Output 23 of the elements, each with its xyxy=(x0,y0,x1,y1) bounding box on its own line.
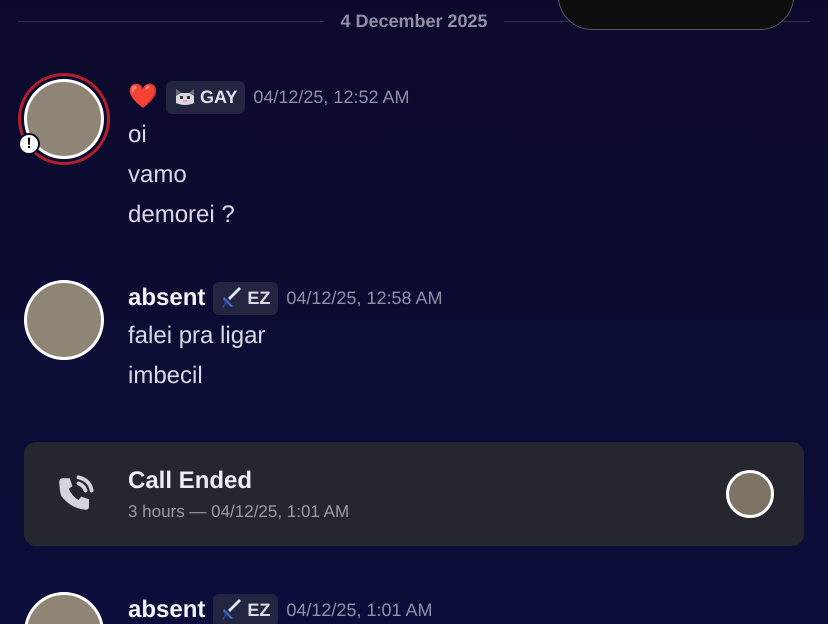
sword-icon xyxy=(221,287,244,309)
message-text: oi xyxy=(128,120,148,150)
message-text: imbecil xyxy=(128,361,204,391)
timestamp: 04/12/25, 12:52 AM xyxy=(253,86,410,108)
user-tag: EZ xyxy=(213,282,278,314)
alert-badge: ! xyxy=(18,133,40,155)
author-name[interactable]: ❤ xyxy=(128,79,158,115)
cat-icon xyxy=(174,87,196,107)
message-text: vamo xyxy=(128,160,188,190)
author-name[interactable]: absent xyxy=(128,592,206,624)
message-text: falei pra ligar xyxy=(128,321,266,351)
sword-icon xyxy=(221,599,244,621)
call-title: Call Ended xyxy=(128,466,254,496)
avatar[interactable] xyxy=(24,79,104,159)
date-divider: 4 December 2025 xyxy=(340,10,488,33)
author-name[interactable]: absent xyxy=(128,280,206,316)
call-detail: 3 hours — 04/12/25, 1:01 AM xyxy=(128,501,350,524)
user-tag: GAY xyxy=(166,80,246,114)
timestamp: 04/12/25, 12:58 AM xyxy=(286,286,442,310)
participant-avatar[interactable] xyxy=(726,470,774,518)
message-text: demorei ? xyxy=(128,200,236,230)
timestamp: 04/12/25, 1:01 AM xyxy=(286,598,432,622)
user-tag: EZ xyxy=(213,594,278,624)
